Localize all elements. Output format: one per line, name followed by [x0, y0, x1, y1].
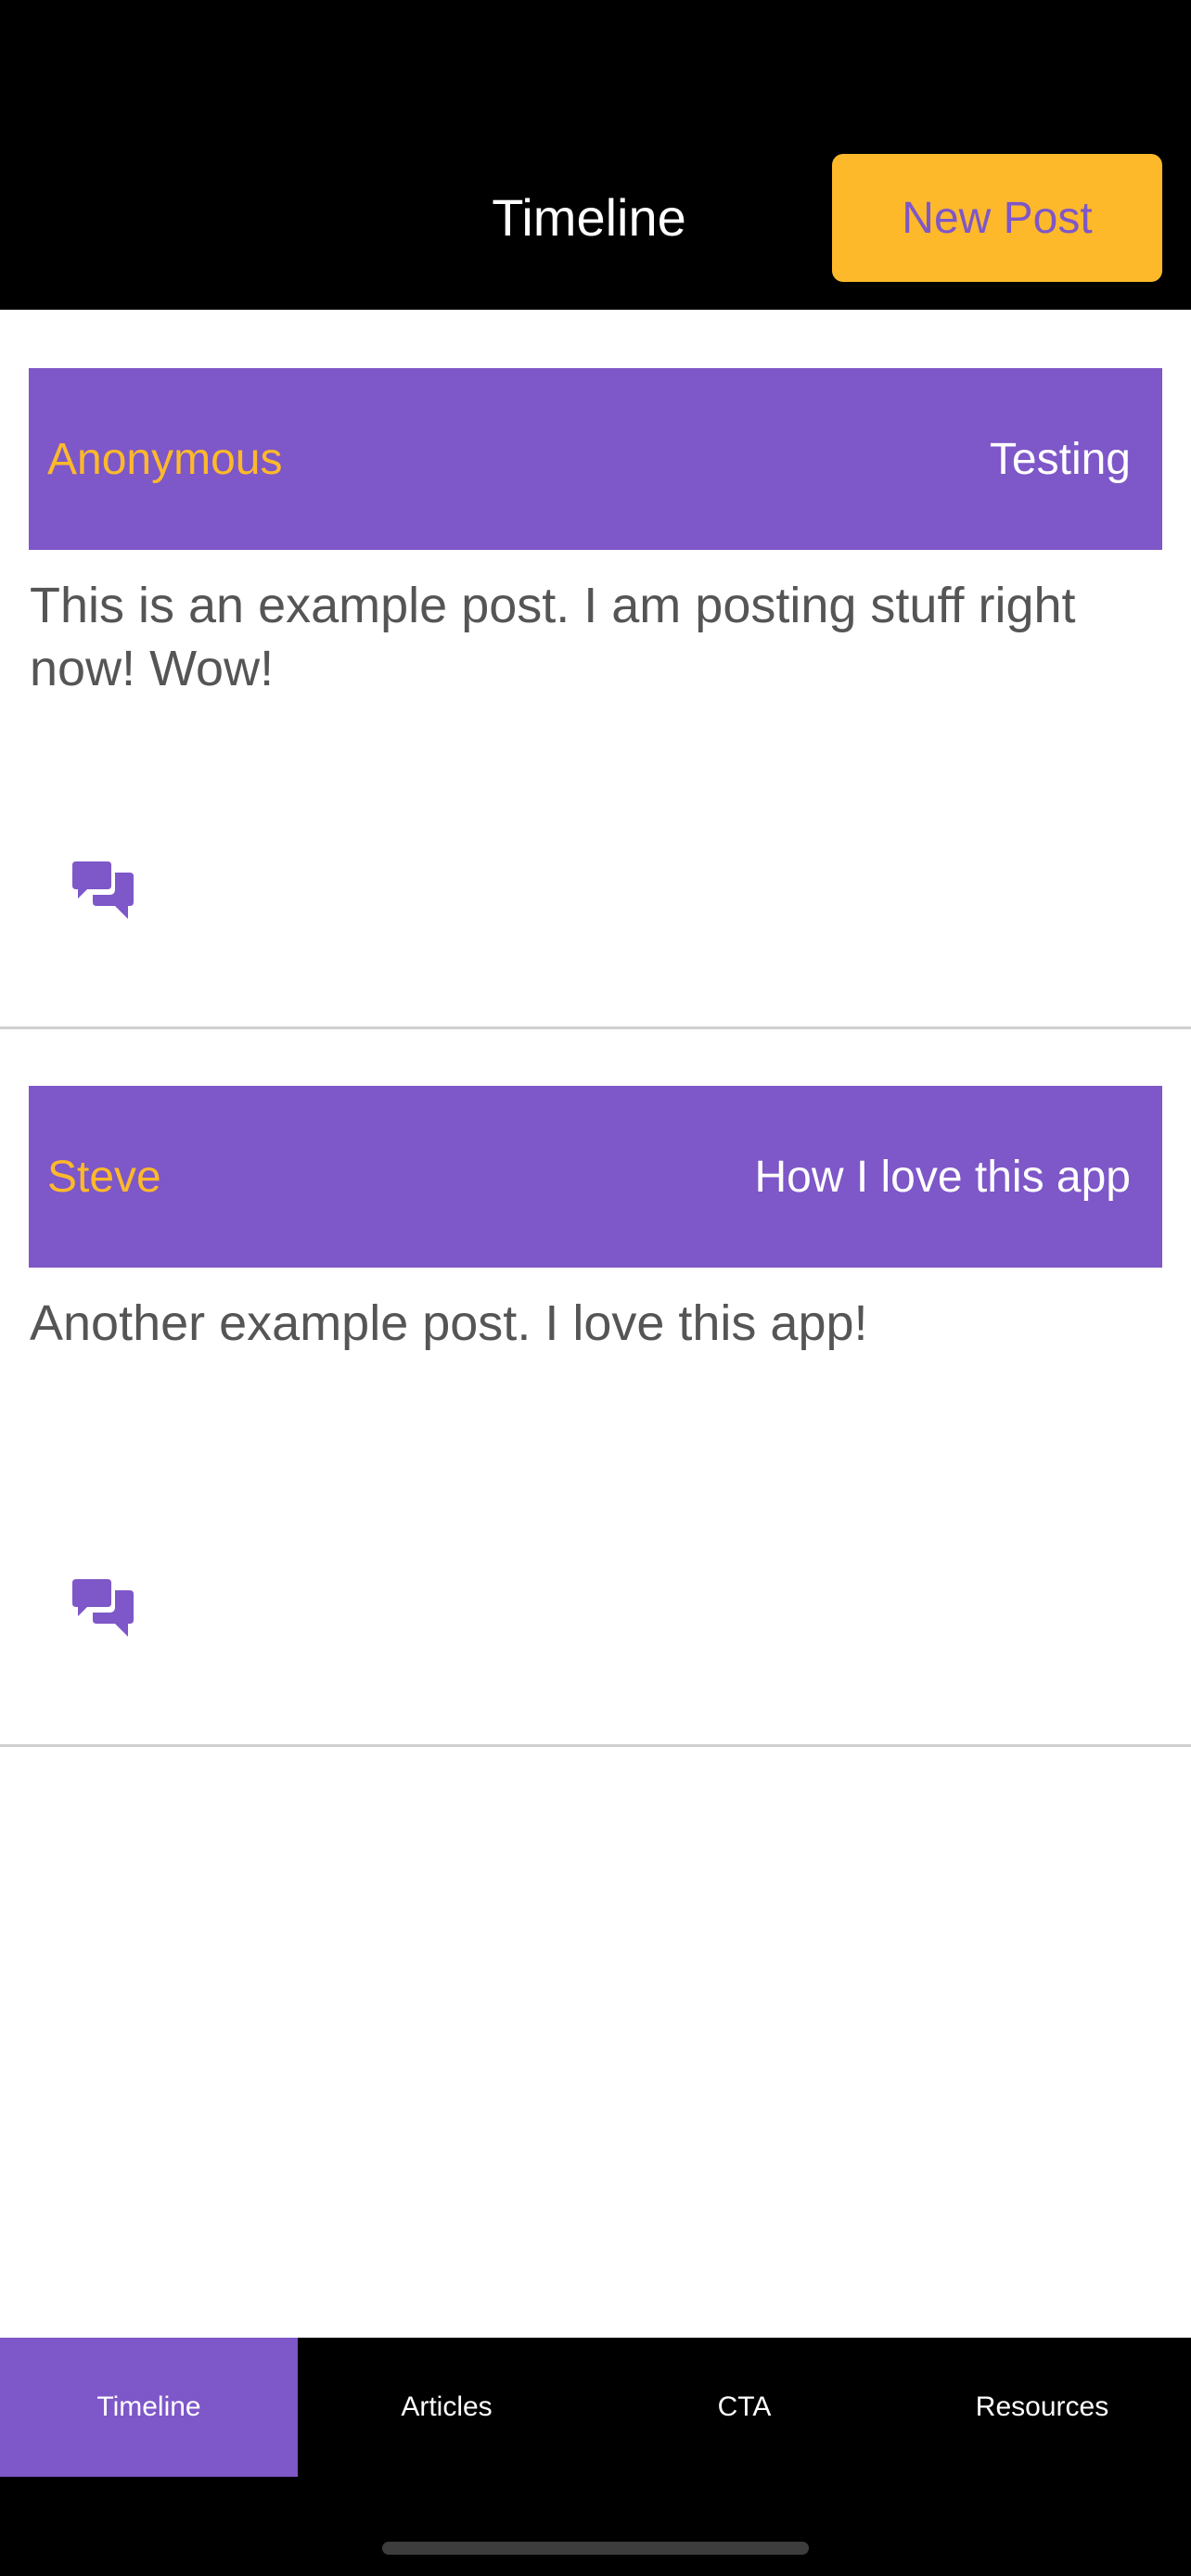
post-title: How I love this app	[754, 1152, 1131, 1202]
bottom-safe-area	[0, 2477, 1191, 2576]
post-author: Steve	[47, 1152, 161, 1202]
new-post-button[interactable]: New Post	[832, 154, 1162, 282]
app-header: Timeline New Post	[0, 0, 1191, 310]
post-card: Anonymous Testing This is an example pos…	[0, 310, 1191, 1029]
post-body: Another example post. I love this app!	[30, 1295, 868, 1351]
comments-icon[interactable]	[72, 1579, 134, 1637]
post-author: Anonymous	[47, 434, 283, 484]
post-header: Anonymous Testing	[29, 368, 1162, 550]
post-title: Testing	[989, 434, 1131, 484]
bottom-tab-bar: Timeline Articles CTA Resources	[0, 2338, 1191, 2477]
tab-timeline[interactable]: Timeline	[0, 2338, 298, 2477]
comments-icon[interactable]	[72, 861, 134, 919]
home-indicator[interactable]	[382, 2542, 809, 2555]
post-card: Steve How I love this app Another exampl…	[0, 1027, 1191, 1747]
tab-cta[interactable]: CTA	[596, 2338, 893, 2477]
post-body: This is an example post. I am posting st…	[30, 578, 1076, 696]
post-header: Steve How I love this app	[29, 1086, 1162, 1268]
tab-resources[interactable]: Resources	[893, 2338, 1191, 2477]
tab-articles[interactable]: Articles	[298, 2338, 596, 2477]
